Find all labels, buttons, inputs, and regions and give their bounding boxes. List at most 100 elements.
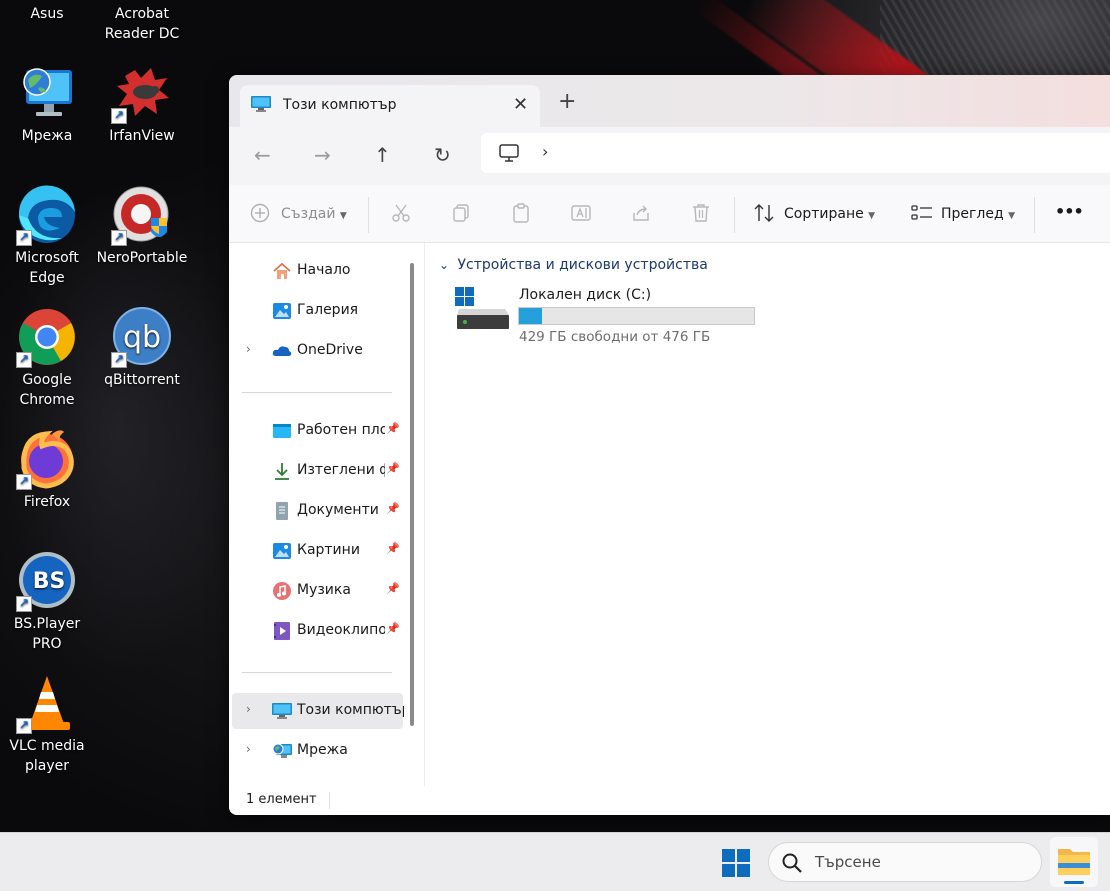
tab-bar: Този компютър ✕ + — [229, 75, 1110, 127]
sidebar-item-label: Работен плот — [297, 422, 385, 438]
tab-title: Този компютър — [283, 97, 397, 113]
pin-icon[interactable]: 📌 — [386, 462, 400, 475]
pin-icon[interactable]: 📌 — [386, 422, 400, 435]
cut-icon[interactable] — [391, 203, 411, 228]
more-options-button[interactable]: ••• — [1055, 202, 1084, 221]
bsplayer-icon: BS ↗ — [16, 550, 78, 612]
back-button[interactable]: ← — [254, 145, 271, 165]
shortcut-arrow-icon: ↗ — [16, 230, 32, 246]
pin-icon[interactable]: 📌 — [386, 542, 400, 555]
taskbar-file-explorer-button[interactable] — [1050, 837, 1098, 887]
section-title: Устройства и дискови устройства — [457, 257, 708, 273]
file-explorer-window: Този компютър ✕ + ← → ↑ ↻ › Създай ▼ Сор… — [229, 75, 1110, 815]
sort-label: Сортиране — [784, 206, 864, 222]
desktop-icon-edge[interactable]: ↗ Microsoft Edge — [0, 184, 95, 288]
drive-name: Локален диск (C:) — [519, 287, 652, 303]
sidebar-item-onedrive[interactable]: › OneDrive — [229, 333, 404, 369]
firefox-icon: ↗ — [16, 428, 78, 490]
monitor-icon — [272, 702, 292, 720]
shortcut-arrow-icon: ↗ — [111, 230, 127, 246]
sidebar-scrollbar[interactable] — [404, 243, 424, 786]
chevron-right-icon[interactable]: › — [246, 702, 251, 716]
chevron-down-icon: ⌄ — [439, 258, 450, 272]
search-placeholder: Търсене — [815, 853, 881, 871]
paste-icon[interactable] — [511, 203, 531, 228]
sidebar-item-music[interactable]: Музика 📌 — [229, 573, 404, 609]
view-button[interactable]: Преглед ▼ — [941, 206, 1015, 222]
desktop-icon-asus[interactable]: Asus — [0, 4, 95, 24]
sidebar-item-videos[interactable]: Видеоклипове 📌 — [229, 613, 404, 649]
rename-icon[interactable] — [571, 203, 591, 228]
download-arrow-icon — [272, 462, 292, 480]
desktop-icon-irfanview[interactable]: ↗ IrfanView — [94, 62, 190, 146]
folder-icon — [1058, 849, 1090, 884]
sidebar-item-this-pc[interactable]: › Този компютър — [232, 693, 405, 729]
desktop-icon-label: Asus — [30, 6, 64, 22]
sidebar-scrollbar-thumb[interactable] — [410, 263, 414, 726]
desktop-icon-bsplayer[interactable]: BS ↗ BS.Player PRO — [0, 550, 95, 654]
address-bar[interactable]: › — [481, 133, 1110, 173]
drive-item-c[interactable]: Локален диск (C:) 429 ГБ свободни от 476… — [455, 287, 775, 347]
shortcut-arrow-icon: ↗ — [16, 352, 32, 368]
refresh-button[interactable]: ↻ — [434, 145, 451, 165]
sidebar-item-label: Документи — [297, 502, 379, 518]
share-icon[interactable] — [631, 203, 651, 228]
sort-button[interactable]: Сортиране ▼ — [784, 206, 875, 222]
sidebar-item-pictures[interactable]: Картини 📌 — [229, 533, 404, 569]
desktop-icon-label: Мрежа — [21, 128, 73, 144]
navigation-bar: ← → ↑ ↻ › — [229, 127, 1110, 185]
pin-icon[interactable]: 📌 — [386, 622, 400, 635]
pin-icon[interactable]: 📌 — [386, 582, 400, 595]
copy-icon[interactable] — [451, 203, 471, 228]
shortcut-arrow-icon: ↗ — [111, 108, 127, 124]
sidebar-item-gallery[interactable]: Галерия — [229, 293, 404, 329]
desktop-icon-network[interactable]: Мрежа — [0, 62, 95, 146]
taskbar-search-box[interactable]: Търсене — [768, 842, 1042, 882]
sidebar-item-home[interactable]: Начало — [229, 253, 404, 289]
desktop-icon-nero[interactable]: ↗ NeroPortable — [94, 184, 190, 268]
sidebar-item-label: Картини — [297, 542, 360, 558]
create-button[interactable]: Създай ▼ — [281, 206, 347, 222]
sidebar-item-documents[interactable]: Документи 📌 — [229, 493, 404, 529]
monitor-icon — [251, 96, 271, 112]
vlc-icon: ↗ — [16, 672, 78, 734]
pin-icon[interactable]: 📌 — [386, 502, 400, 515]
chevron-down-icon: ▼ — [868, 211, 876, 221]
desktop-icon-chrome[interactable]: ↗ Google Chrome — [0, 306, 95, 410]
view-list-icon — [911, 203, 933, 228]
bsplayer-logo-text: BS — [33, 569, 66, 594]
drive-usage-fill — [519, 308, 543, 324]
shortcut-arrow-icon: ↗ — [16, 474, 32, 490]
sidebar-item-desktop[interactable]: Работен плот 📌 — [229, 413, 404, 449]
chrome-icon: ↗ — [16, 306, 78, 368]
new-tab-button[interactable]: + — [558, 91, 576, 113]
sidebar-item-downloads[interactable]: Изтеглени файлове 📌 — [229, 453, 404, 489]
sidebar-item-network[interactable]: › Мрежа — [229, 733, 404, 769]
up-button[interactable]: ↑ — [374, 145, 391, 165]
desktop-icon-vlc[interactable]: ↗ VLC media player — [0, 672, 95, 776]
home-icon — [272, 262, 292, 280]
breadcrumb-chevron-icon[interactable]: › — [542, 142, 548, 161]
desktop-folder-icon — [272, 422, 292, 440]
desktop-icon-label: Firefox — [23, 494, 71, 510]
onedrive-cloud-icon — [272, 342, 292, 360]
desktop-icon-acrobat[interactable]: Acrobat Reader DC — [94, 4, 190, 44]
chevron-right-icon[interactable]: › — [246, 742, 251, 756]
chevron-right-icon[interactable]: › — [246, 342, 251, 356]
devices-section-header[interactable]: ⌄ Устройства и дискови устройства — [439, 257, 708, 273]
qbittorrent-icon: qb ↗ — [111, 306, 173, 368]
desktop-icon-qbittorrent[interactable]: qb ↗ qBittorrent — [94, 306, 190, 390]
document-icon — [272, 502, 292, 520]
forward-button[interactable]: → — [314, 145, 331, 165]
add-circle-icon — [250, 203, 270, 228]
sidebar-item-label: Този компютър — [297, 702, 405, 718]
start-button[interactable] — [721, 848, 751, 878]
delete-icon[interactable] — [691, 203, 711, 228]
sidebar-divider — [242, 392, 392, 393]
tab-this-pc[interactable]: Този компютър ✕ — [240, 85, 540, 127]
network-icon — [16, 62, 78, 124]
network-icon — [272, 742, 292, 760]
drive-free-space: 429 ГБ свободни от 476 ГБ — [519, 329, 711, 345]
close-tab-icon[interactable]: ✕ — [513, 94, 528, 115]
desktop-icon-firefox[interactable]: ↗ Firefox — [0, 428, 95, 512]
